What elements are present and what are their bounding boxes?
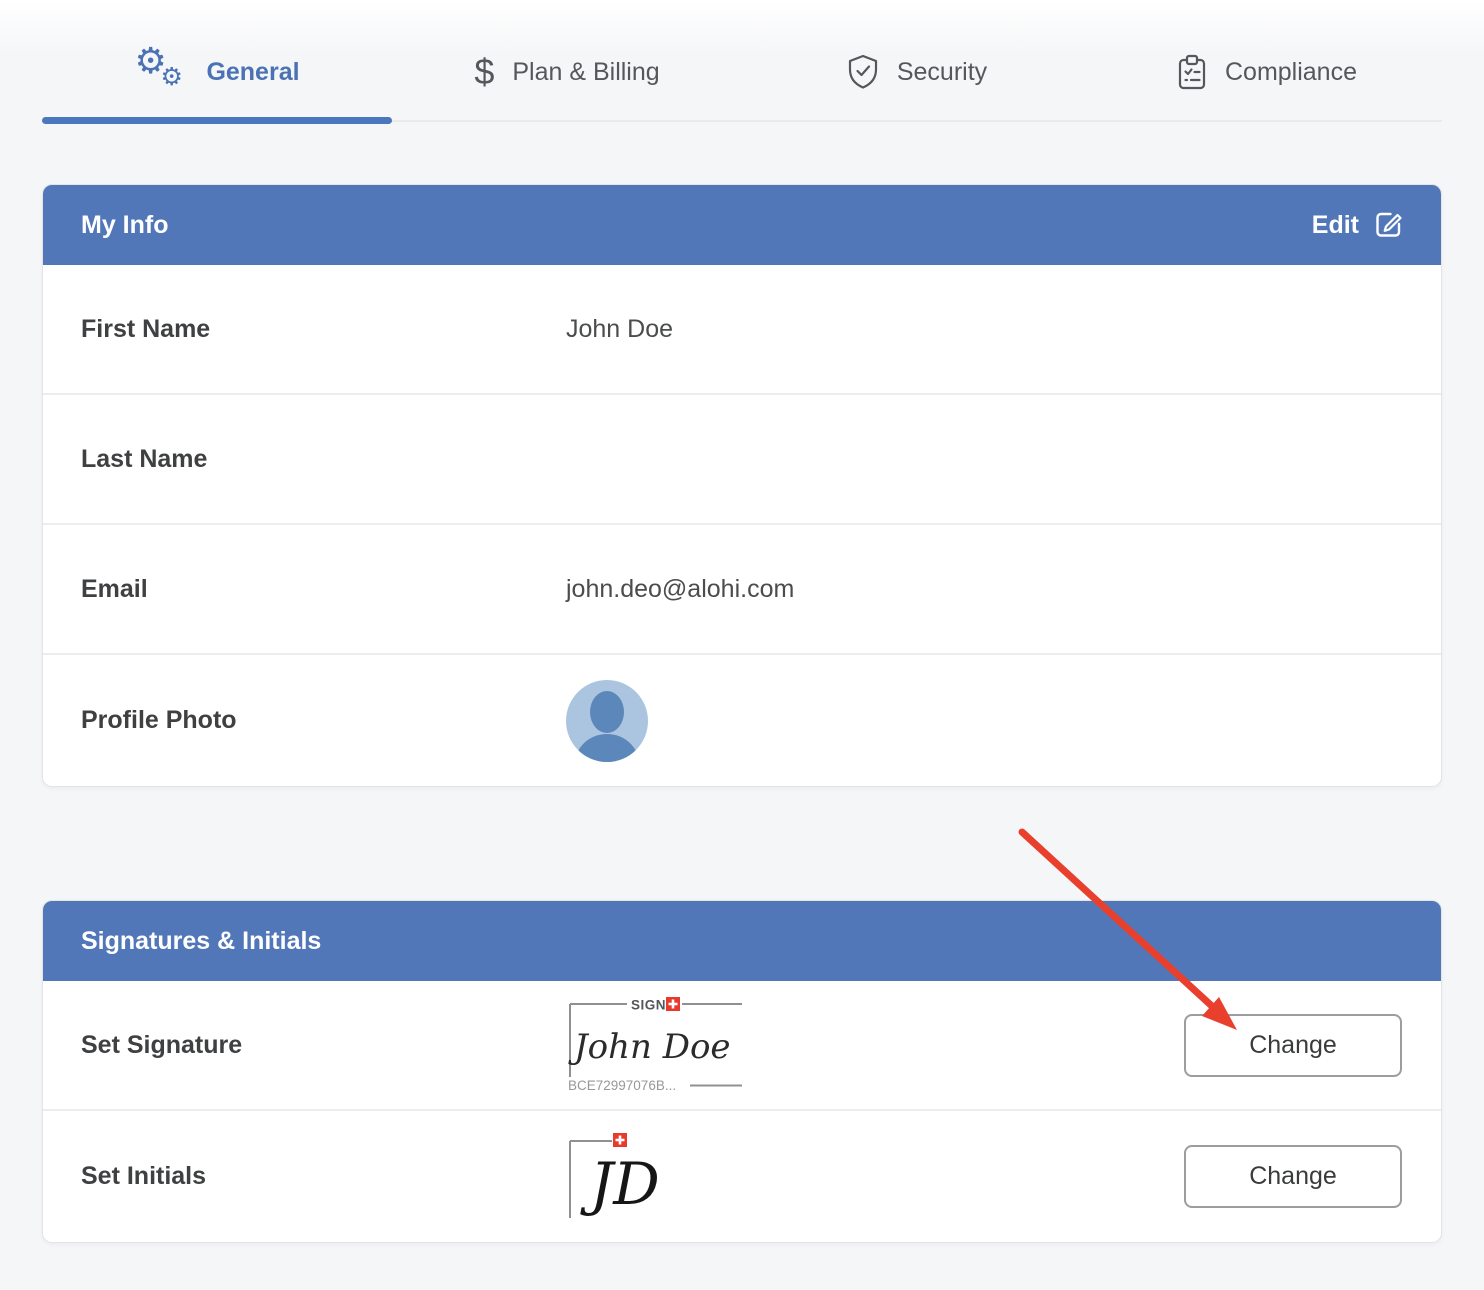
last-name-row: Last Name	[43, 395, 1441, 525]
avatar-head-shape	[590, 690, 624, 733]
sign-label: SIGN	[631, 998, 666, 1013]
tab-plan-billing-label: Plan & Billing	[512, 57, 660, 86]
edit-button[interactable]: Edit	[1312, 208, 1403, 243]
initials-preview: JD	[566, 1128, 711, 1226]
signature-preview: SIGN John Doe BCE72997076B...	[566, 995, 746, 1095]
signatures-card: Signatures & Initials Set Signature SIGN…	[42, 900, 1442, 1243]
edit-label: Edit	[1311, 210, 1359, 239]
profile-photo-label: Profile Photo	[81, 706, 237, 734]
last-name-label: Last Name	[81, 444, 208, 473]
tab-security-label: Security	[896, 57, 988, 86]
change-signature-button[interactable]: Change	[1184, 1013, 1402, 1077]
tab-compliance[interactable]: Compliance	[1092, 24, 1442, 120]
set-initials-label: Set Initials	[81, 1162, 207, 1190]
signature-script-text: John Doe	[568, 1027, 731, 1067]
signature-cert-id: BCE72997076B...	[568, 1078, 676, 1093]
email-value: john.deo@alohi.com	[566, 574, 795, 603]
tab-plan-billing[interactable]: $ Plan & Billing	[392, 24, 742, 120]
tab-general[interactable]: ⚙ ⚙ General	[42, 24, 392, 124]
gears-icon: ⚙ ⚙	[134, 41, 183, 91]
signatures-header: Signatures & Initials	[43, 901, 1441, 981]
clipboard-check-icon	[1177, 54, 1207, 90]
set-initials-row: Set Initials JD Change	[43, 1111, 1441, 1242]
tab-general-label: General	[206, 57, 300, 86]
set-signature-row: Set Signature SIGN John Doe BCE72997076B…	[43, 981, 1441, 1111]
first-name-row: First Name John Doe	[43, 265, 1441, 395]
signatures-title: Signatures & Initials	[81, 926, 322, 955]
profile-photo-row: Profile Photo	[43, 655, 1441, 786]
shield-check-icon	[847, 54, 879, 90]
active-tab-underline	[42, 117, 392, 124]
tab-compliance-label: Compliance	[1224, 57, 1357, 86]
dollar-icon: $	[474, 51, 495, 92]
profile-avatar[interactable]	[566, 679, 648, 762]
email-label: Email	[81, 574, 148, 603]
edit-pencil-square-icon	[1373, 208, 1403, 243]
change-initials-button[interactable]: Change	[1184, 1145, 1402, 1208]
first-name-label: First Name	[81, 314, 211, 343]
settings-tab-bar: ⚙ ⚙ General $ Plan & Billing Security Co…	[42, 0, 1442, 124]
my-info-header: My Info Edit	[43, 185, 1441, 265]
first-name-value: John Doe	[566, 314, 674, 343]
email-row: Email john.deo@alohi.com	[43, 525, 1441, 655]
tab-security[interactable]: Security	[742, 24, 1092, 120]
my-info-card: My Info Edit First Name John Doe Last Na…	[42, 184, 1442, 787]
avatar-body-shape	[575, 733, 639, 762]
initials-script-text: JD	[580, 1150, 660, 1218]
my-info-title: My Info	[81, 210, 169, 239]
set-signature-label: Set Signature	[81, 1030, 243, 1059]
